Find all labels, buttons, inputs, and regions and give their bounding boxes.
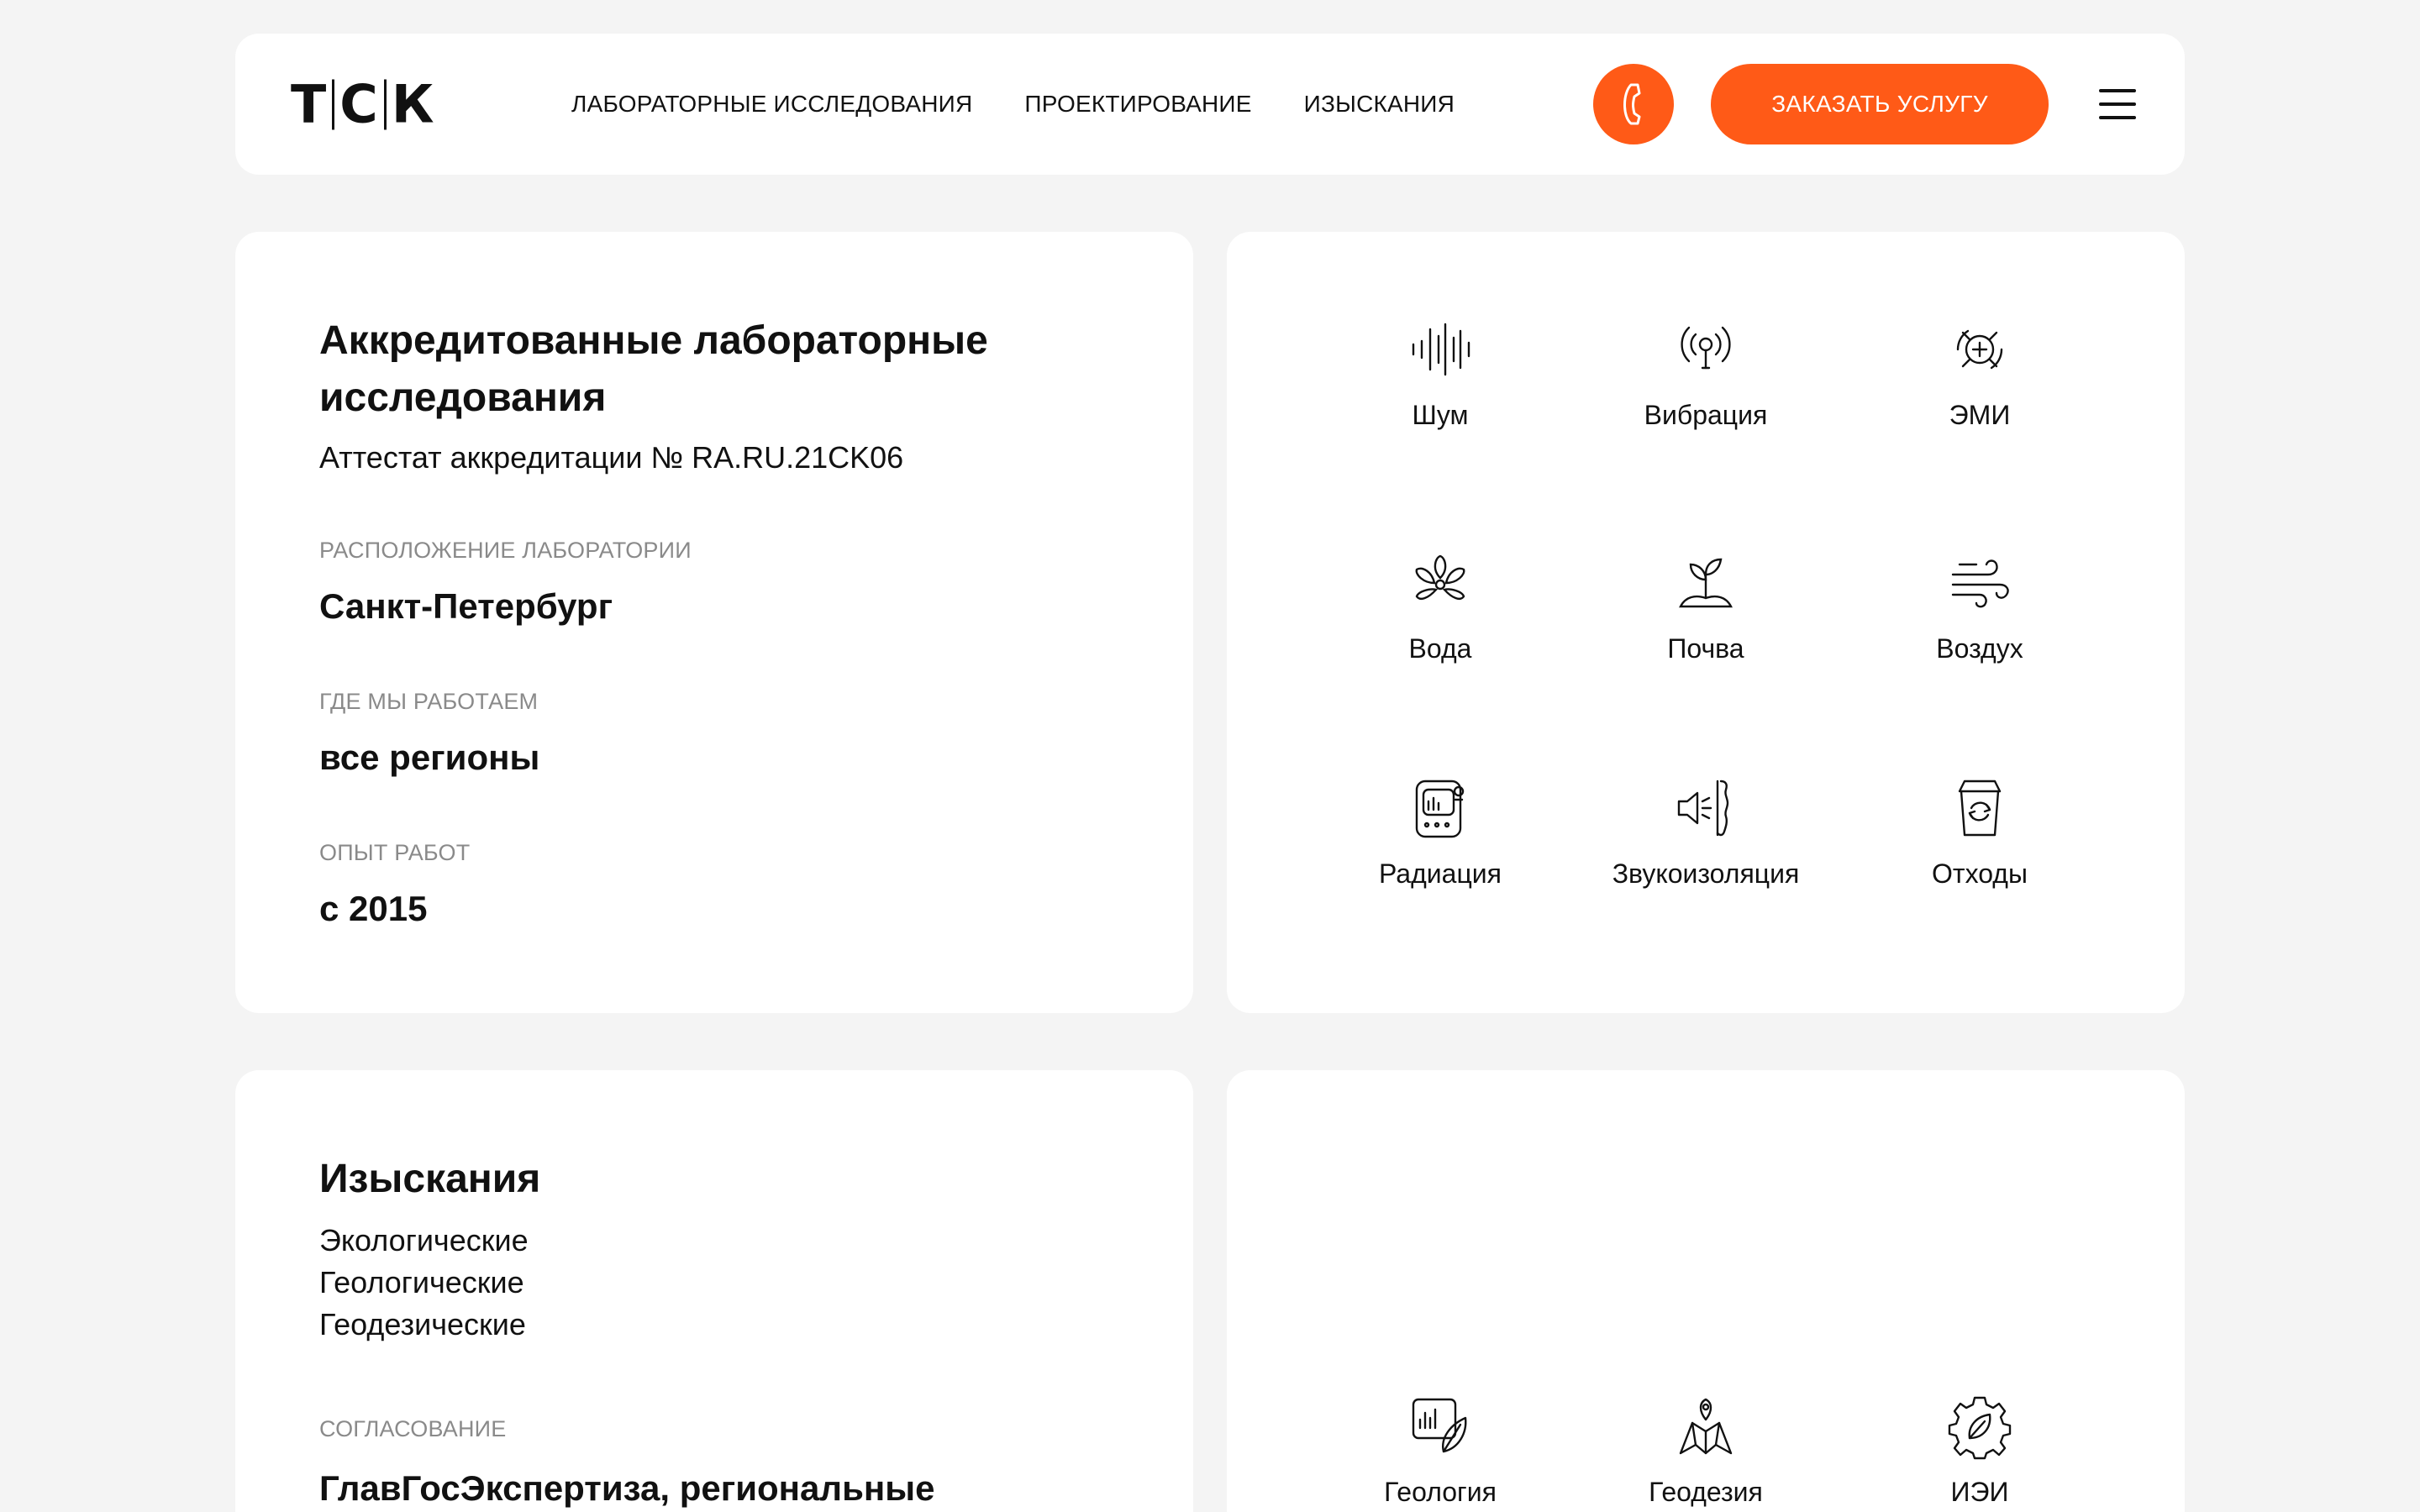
page: Т С К ЛАБОРАТОРНЫЕ ИССЛЕДОВАНИЯ ПРОЕКТИР… [0,0,2420,1512]
service-label: Вибрация [1644,400,1768,430]
service-geology[interactable]: Геология [1314,1393,1566,1508]
burger-line [2099,89,2136,92]
service-label: Звукоизоляция [1612,858,1800,889]
service-vibration[interactable]: Вибрация [1580,316,1832,431]
lab-services-card: Шум Вибрация ЭМИ Вода Почва Воздух Радиа… [1227,232,2185,1013]
approval-label: СОГЛАСОВАНИЕ [319,1416,507,1441]
survey-services-card: Геология Геодезия ИЭИ [1227,1070,2185,1512]
location-value: Санкт-Петербург [319,586,613,626]
service-label: Геология [1384,1477,1497,1507]
service-soundproofing[interactable]: Звукоизоляция [1580,774,1832,890]
logo-letter-k: К [391,73,435,135]
sound-wave-icon [1412,323,1470,376]
service-label: ЭМИ [1949,400,2011,430]
service-label: Почва [1667,633,1744,664]
service-label: Радиация [1379,858,1502,889]
service-label: Вода [1408,633,1472,664]
location-label: РАСПОЛОЖЕНИЕ ЛАБОРАТОРИИ [319,538,692,563]
service-label: Геодезия [1649,1477,1763,1507]
logo[interactable]: Т С К [291,74,435,135]
phone-icon [1623,83,1641,125]
service-emi[interactable]: ЭМИ [1854,316,2106,431]
logo-separator [332,79,335,129]
survey-types-list: Экологические Геологические Геодезически… [319,1220,529,1346]
water-icon [1415,554,1465,600]
site-header: Т С К ЛАБОРАТОРНЫЕ ИССЛЕДОВАНИЯ ПРОЕКТИР… [235,34,2185,175]
lab-title: Аккредитованные лабораторные исследовани… [319,312,988,427]
regions-value: все регионы [319,738,540,777]
survey-type-item: Геологические [319,1265,524,1299]
burger-line [2099,116,2136,119]
main-nav: ЛАБОРАТОРНЫЕ ИССЛЕДОВАНИЯ ПРОЕКТИРОВАНИЕ… [571,91,1507,118]
waste-icon [1958,780,2002,837]
radiation-icon [1415,780,1465,838]
service-label: ИЭИ [1950,1477,2009,1507]
soundproofing-icon [1677,780,1729,837]
logo-letter-t: Т [291,73,328,135]
survey-title: Изыскания [319,1157,541,1201]
geology-icon [1412,1398,1467,1453]
air-icon [1951,559,2009,608]
logo-separator [383,79,387,129]
soil-icon [1679,558,1733,608]
geodesy-icon [1679,1398,1733,1455]
service-label: Отходы [1932,858,2028,889]
service-geodesy[interactable]: Геодезия [1580,1393,1832,1508]
experience-label: ОПЫТ РАБОТ [319,840,471,865]
lab-title-line2: исследования [319,375,607,420]
service-noise[interactable]: Шум [1314,316,1566,431]
approval-value: ГлавГосЭкспертиза, региональные [319,1468,935,1508]
service-waste[interactable]: Отходы [1854,774,2106,890]
nav-surveys[interactable]: ИЗЫСКАНИЯ [1304,91,1455,118]
burger-line [2099,102,2136,106]
service-radiation[interactable]: Радиация [1314,774,1566,890]
logo-letter-s: С [339,73,379,135]
service-eco-survey[interactable]: ИЭИ [1854,1393,2106,1508]
accreditation-text: Аттестат аккредитации № RA.RU.21CK06 [319,440,904,475]
service-water[interactable]: Вода [1314,549,1566,664]
eco-survey-icon [1948,1396,2012,1460]
menu-burger-icon[interactable] [2099,81,2136,128]
order-service-button[interactable]: ЗАКАЗАТЬ УСЛУГУ [1711,64,2049,144]
nav-design[interactable]: ПРОЕКТИРОВАНИЕ [1024,91,1251,118]
experience-value: с 2015 [319,889,428,928]
emi-icon [1956,329,2003,370]
lab-title-line1: Аккредитованные лабораторные [319,318,988,363]
service-label: Воздух [1936,633,2023,664]
lab-info-card: Аккредитованные лабораторные исследовани… [235,232,1193,1013]
regions-label: ГДЕ МЫ РАБОТАЕМ [319,689,539,714]
phone-button[interactable] [1593,64,1674,144]
survey-info-card: Изыскания Экологические Геологические Ге… [235,1070,1193,1512]
service-soil[interactable]: Почва [1580,549,1832,664]
survey-type-item: Геодезические [319,1307,526,1341]
vibration-icon [1681,326,1731,370]
service-label: Шум [1412,400,1469,430]
survey-type-item: Экологические [319,1223,529,1257]
service-air[interactable]: Воздух [1854,549,2106,664]
nav-lab-research[interactable]: ЛАБОРАТОРНЫЕ ИССЛЕДОВАНИЯ [571,91,972,118]
